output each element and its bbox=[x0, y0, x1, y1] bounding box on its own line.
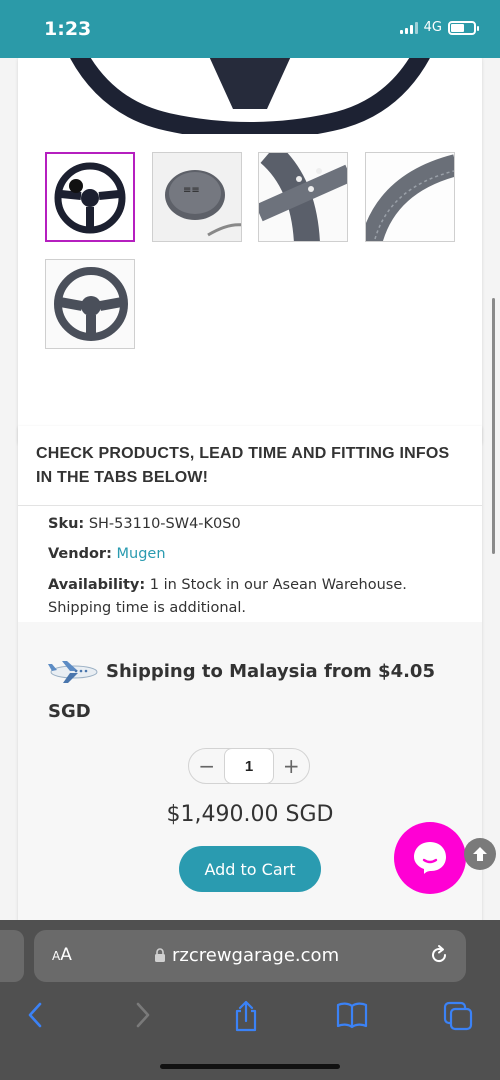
previous-tab-preview[interactable] bbox=[0, 930, 24, 982]
thumbnail-5[interactable] bbox=[45, 259, 135, 349]
airplane-icon bbox=[48, 661, 98, 683]
product-details: Sku: SH-53110-SW4-K0S0 Vendor: Mugen Ava… bbox=[48, 514, 468, 630]
sku-label: Sku: bbox=[48, 516, 85, 532]
scroll-to-top-button[interactable] bbox=[464, 838, 496, 870]
shipping-text: Shipping to Malaysia from $4.05 SGD bbox=[48, 661, 435, 722]
thumbnail-1[interactable] bbox=[45, 152, 135, 242]
shipping-info: Shipping to Malaysia from $4.05 SGD bbox=[48, 652, 448, 732]
status-bar: 1:23 4G bbox=[0, 0, 500, 58]
address-bar[interactable]: AA rzcrewgarage.com bbox=[34, 930, 466, 982]
main-product-image bbox=[70, 58, 430, 134]
browser-nav bbox=[0, 996, 500, 1036]
chat-icon bbox=[414, 842, 446, 874]
forward-icon[interactable] bbox=[132, 1000, 154, 1030]
vendor-label: Vendor: bbox=[48, 546, 112, 562]
product-page: ≡≡ CHECK PRODUCTS, LEAD TIME AND FITTING… bbox=[0, 58, 500, 920]
tabs-icon[interactable] bbox=[442, 1000, 474, 1032]
quantity-decrease-button[interactable]: − bbox=[189, 749, 224, 783]
lead-time-notice: CHECK PRODUCTS, LEAD TIME AND FITTING IN… bbox=[36, 445, 450, 486]
thumbnail-2[interactable]: ≡≡ bbox=[152, 152, 242, 242]
reload-icon[interactable] bbox=[428, 944, 450, 966]
vendor-row: Vendor: Mugen bbox=[48, 544, 468, 564]
url-display[interactable]: rzcrewgarage.com bbox=[154, 945, 339, 966]
sku-value: SH-53110-SW4-K0S0 bbox=[88, 516, 241, 532]
quantity-input[interactable]: 1 bbox=[224, 748, 274, 784]
arrow-up-icon bbox=[473, 847, 487, 861]
signal-icon bbox=[399, 21, 418, 34]
home-indicator bbox=[160, 1064, 340, 1069]
bookmarks-icon[interactable] bbox=[336, 1000, 368, 1030]
lock-icon bbox=[155, 948, 165, 962]
availability-label: Availability: bbox=[48, 577, 146, 593]
status-time: 1:23 bbox=[44, 18, 92, 40]
product-price: $1,490.00 SGD bbox=[166, 802, 334, 827]
availability-row: Availability: 1 in Stock in our Asean Wa… bbox=[48, 574, 468, 620]
back-icon[interactable] bbox=[24, 1000, 46, 1030]
share-icon[interactable] bbox=[232, 1000, 260, 1032]
thumbnail-3[interactable] bbox=[258, 152, 348, 242]
text-size-large: A bbox=[60, 945, 72, 965]
quantity-increase-button[interactable]: + bbox=[274, 749, 309, 783]
page-scrollbar[interactable] bbox=[492, 298, 495, 554]
network-label: 4G bbox=[423, 20, 442, 35]
add-to-cart-button[interactable]: Add to Cart bbox=[179, 846, 321, 892]
sku-row: Sku: SH-53110-SW4-K0S0 bbox=[48, 514, 468, 534]
gallery-card: ≡≡ bbox=[18, 58, 482, 446]
info-header: CHECK PRODUCTS, LEAD TIME AND FITTING IN… bbox=[18, 426, 482, 506]
svg-text:≡≡: ≡≡ bbox=[183, 185, 200, 196]
battery-icon bbox=[448, 20, 479, 35]
thumbnail-4[interactable] bbox=[365, 152, 455, 242]
quantity-stepper: − 1 + bbox=[188, 748, 310, 784]
url-text: rzcrewgarage.com bbox=[172, 945, 340, 966]
text-size-small: A bbox=[52, 949, 61, 963]
status-indicators: 4G bbox=[399, 20, 479, 35]
browser-toolbar: AA rzcrewgarage.com bbox=[0, 920, 500, 1080]
vendor-link[interactable]: Mugen bbox=[117, 546, 166, 562]
text-size-button[interactable]: AA bbox=[52, 945, 72, 965]
chat-button[interactable] bbox=[394, 822, 466, 894]
